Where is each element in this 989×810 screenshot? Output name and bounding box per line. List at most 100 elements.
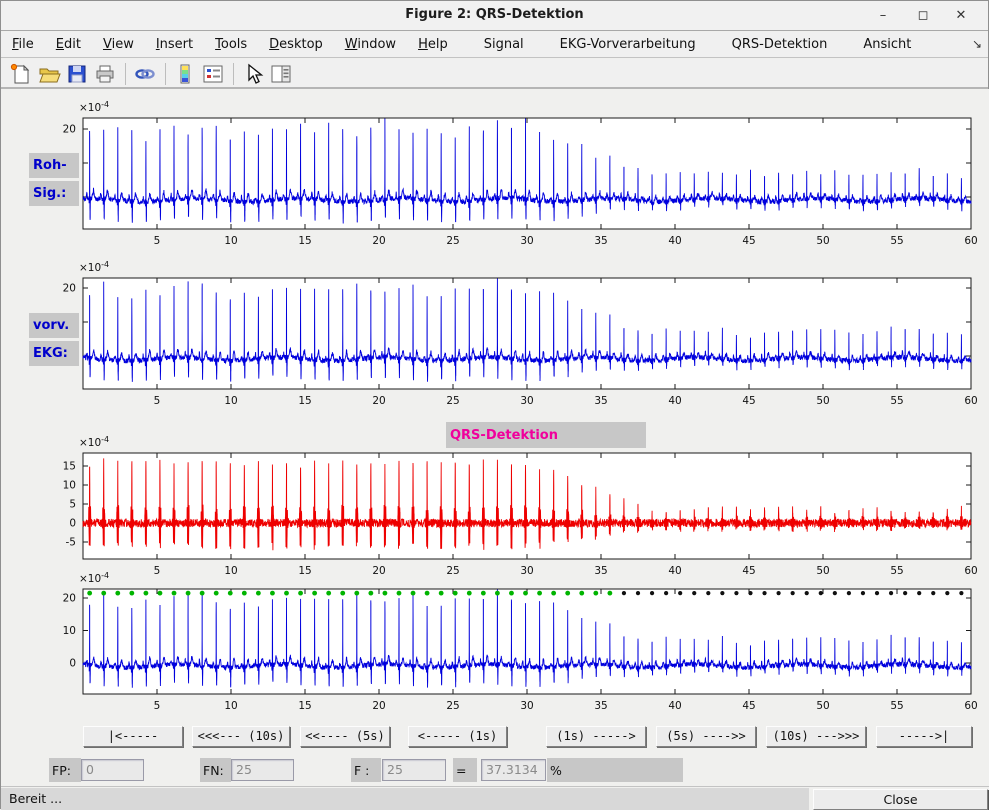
nav-forward-5s-button[interactable]: (5s) ---->> — [656, 726, 756, 747]
fn-field[interactable]: 25 — [231, 759, 294, 781]
detected-qrs-marker — [397, 591, 402, 596]
svg-text:40: 40 — [668, 700, 681, 712]
svg-text:15: 15 — [298, 700, 311, 712]
menu-overflow-arrow-icon[interactable]: ↘ — [972, 37, 982, 51]
edit-plot-arrow-icon[interactable] — [241, 62, 265, 86]
svg-text:30: 30 — [520, 565, 533, 577]
menu-window[interactable]: Window — [334, 33, 407, 56]
svg-text:50: 50 — [816, 700, 829, 712]
svg-text:10: 10 — [224, 565, 237, 577]
link-plot-icon[interactable] — [133, 62, 157, 86]
menu-tools[interactable]: Tools — [204, 33, 258, 56]
save-figure-icon[interactable] — [65, 62, 89, 86]
missed-qrs-marker — [847, 591, 851, 595]
nav-back-5s-button[interactable]: <<---- (5s) — [300, 726, 390, 747]
missed-qrs-marker — [678, 591, 682, 595]
svg-text:15: 15 — [298, 235, 311, 247]
detected-qrs-marker — [481, 591, 486, 596]
svg-text:55: 55 — [890, 235, 903, 247]
toolbar-separator — [125, 63, 126, 85]
menu-insert[interactable]: Insert — [145, 33, 204, 56]
open-file-icon[interactable] — [37, 62, 61, 86]
nav-jump-start-button[interactable]: |<----- — [83, 726, 183, 747]
new-figure-icon[interactable] — [9, 62, 33, 86]
svg-text:45: 45 — [742, 235, 755, 247]
detected-qrs-marker — [354, 591, 359, 596]
detected-qrs-marker — [607, 591, 612, 596]
fp-field[interactable]: 0 — [81, 759, 144, 781]
missed-qrs-marker — [931, 591, 935, 595]
detected-qrs-marker — [425, 591, 430, 596]
nav-forward-1s-button[interactable]: (1s) -----> — [546, 726, 646, 747]
close-button[interactable]: Close — [813, 789, 988, 810]
detected-qrs-marker — [101, 591, 106, 596]
minimize-button[interactable]: – — [868, 5, 898, 27]
svg-text:25: 25 — [446, 565, 459, 577]
svg-text:20: 20 — [63, 283, 76, 295]
missed-qrs-marker — [777, 591, 781, 595]
qrs-detektion-plot-title: QRS-Detektion — [446, 422, 646, 448]
detected-qrs-marker — [172, 591, 177, 596]
svg-text:5: 5 — [154, 395, 161, 407]
svg-text:55: 55 — [890, 395, 903, 407]
f-label: F : — [351, 758, 381, 782]
nav-back-10s-button[interactable]: <<<--- (10s) — [192, 726, 290, 747]
nav-forward-10s-button[interactable]: (10s) --->>> — [766, 726, 866, 747]
menu-bar: File Edit View Insert Tools Desktop Wind… — [1, 32, 988, 58]
insert-colorbar-icon[interactable] — [173, 62, 197, 86]
detected-qrs-marker — [411, 591, 416, 596]
missed-qrs-marker — [720, 591, 724, 595]
menu-ansicht[interactable]: Ansicht — [852, 33, 922, 56]
missed-qrs-marker — [762, 591, 766, 595]
maximize-button[interactable]: ◻ — [908, 5, 938, 27]
missed-qrs-marker — [805, 591, 809, 595]
figure-window: Figure 2: QRS-Detektion – ◻ ✕ File Edit … — [0, 0, 989, 809]
menu-qrs-detektion[interactable]: QRS-Detektion — [721, 33, 839, 56]
nav-back-1s-button[interactable]: <----- (1s) — [408, 726, 507, 747]
svg-text:60: 60 — [964, 565, 977, 577]
missed-qrs-marker — [748, 591, 752, 595]
svg-text:40: 40 — [668, 565, 681, 577]
svg-text:5: 5 — [154, 565, 161, 577]
close-window-button[interactable]: ✕ — [946, 5, 976, 27]
detected-qrs-marker — [186, 591, 191, 596]
svg-text:10: 10 — [224, 395, 237, 407]
svg-text:40: 40 — [668, 395, 681, 407]
detected-qrs-marker — [115, 591, 120, 596]
svg-text:20: 20 — [372, 235, 385, 247]
print-icon[interactable] — [93, 62, 117, 86]
svg-text:50: 50 — [816, 565, 829, 577]
f-field[interactable]: 25 — [382, 759, 446, 781]
svg-text:10: 10 — [224, 235, 237, 247]
menu-signal[interactable]: Signal — [473, 33, 535, 56]
detected-qrs-marker — [326, 591, 331, 596]
nav-jump-end-button[interactable]: ----->| — [876, 726, 972, 747]
menu-help[interactable]: Help — [407, 33, 459, 56]
svg-text:50: 50 — [816, 395, 829, 407]
toolbar — [1, 59, 988, 89]
svg-text:15: 15 — [298, 565, 311, 577]
f-measure-field[interactable]: 37.3134 — [481, 759, 546, 781]
menu-ekg-vorverarbeitung[interactable]: EKG-Vorverarbeitung — [549, 33, 707, 56]
svg-text:10: 10 — [63, 480, 76, 492]
detected-qrs-marker — [565, 591, 570, 596]
toolbar-separator — [233, 63, 234, 85]
svg-text:55: 55 — [890, 565, 903, 577]
menu-file[interactable]: File — [1, 33, 45, 56]
detected-qrs-marker — [129, 591, 134, 596]
detected-qrs-marker — [551, 591, 556, 596]
figure-canvas: 5101520253035404550556001020×10-45101520… — [1, 89, 989, 786]
detected-qrs-marker — [383, 591, 388, 596]
menu-view[interactable]: View — [92, 33, 145, 56]
svg-text:20: 20 — [63, 593, 76, 605]
menu-edit[interactable]: Edit — [45, 33, 92, 56]
missed-qrs-marker — [622, 591, 626, 595]
svg-text:45: 45 — [742, 700, 755, 712]
svg-text:35: 35 — [594, 395, 607, 407]
insert-legend-icon[interactable] — [201, 62, 225, 86]
missed-qrs-marker — [692, 591, 696, 595]
plot-tools-panel-icon[interactable] — [269, 62, 293, 86]
svg-text:35: 35 — [594, 700, 607, 712]
svg-text:20: 20 — [372, 700, 385, 712]
menu-desktop[interactable]: Desktop — [258, 33, 334, 56]
